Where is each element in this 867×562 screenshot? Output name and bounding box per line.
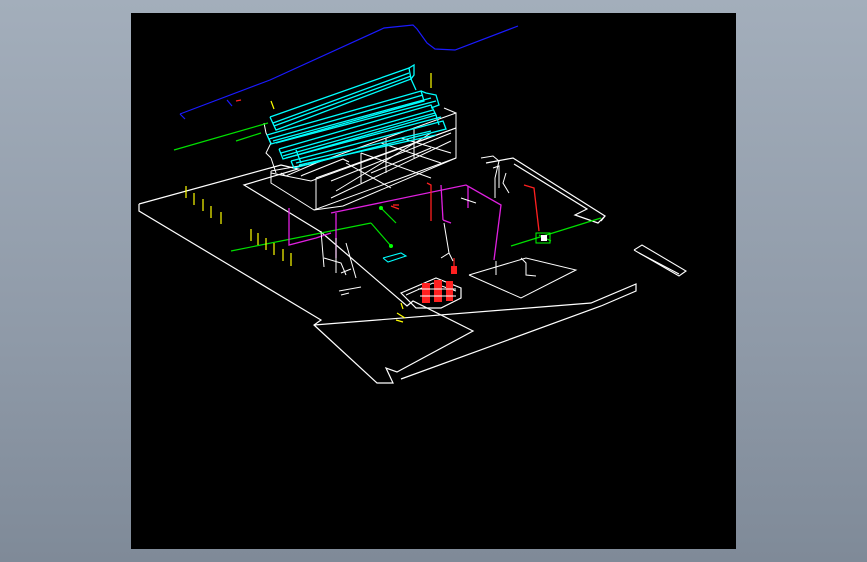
floor-slab-outline — [138, 157, 637, 384]
cad-drawing-viewport[interactable] — [131, 13, 736, 549]
blue-supply-pipe — [179, 24, 519, 120]
pump-marker — [400, 302, 404, 310]
pump-skid — [399, 258, 462, 309]
isometric-plumbing-drawing — [138, 24, 688, 384]
cyan-fixture — [382, 252, 408, 263]
side-pad — [633, 244, 688, 277]
